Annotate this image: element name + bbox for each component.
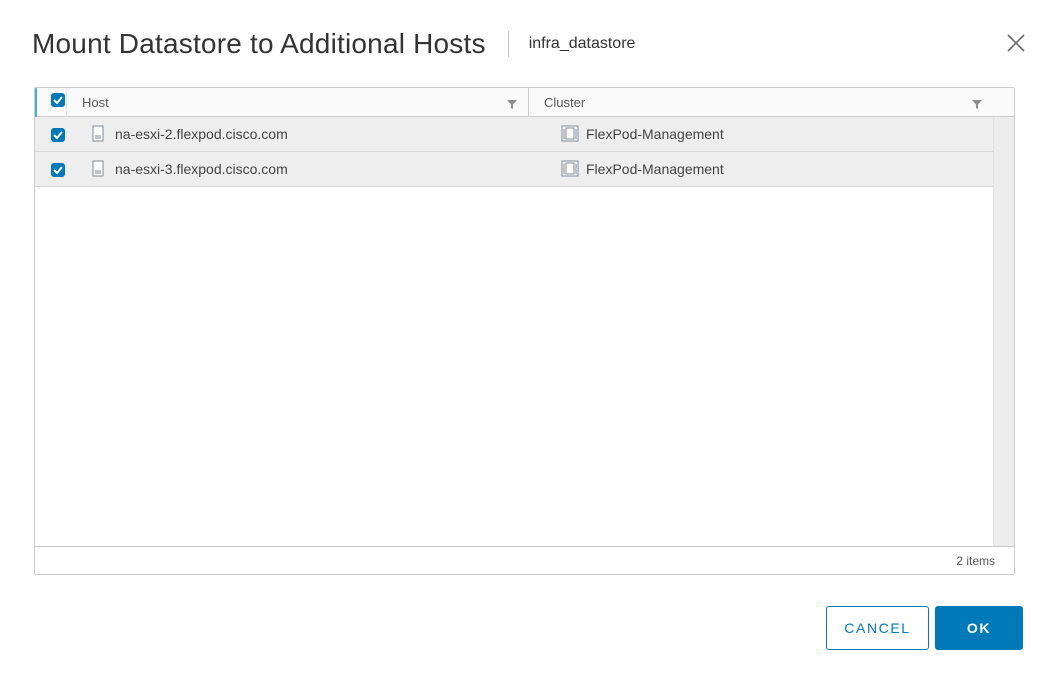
column-header-host[interactable]: Host (67, 88, 529, 116)
host-server-icon (90, 160, 106, 178)
cluster-icon (561, 160, 579, 178)
dialog-header: Mount Datastore to Additional Hosts infr… (32, 24, 635, 64)
cluster-name: FlexPod-Management (586, 126, 724, 142)
cluster-filter-button[interactable] (971, 97, 983, 109)
column-label-host: Host (82, 95, 109, 110)
ok-button[interactable]: OK (935, 606, 1023, 650)
hosts-datagrid: Host Cluster na-esxi-2.flexpod.cisco.com… (34, 87, 1015, 575)
select-all-cell (35, 88, 67, 117)
host-cell: na-esxi-2.flexpod.cisco.com (90, 117, 288, 151)
table-row[interactable]: na-esxi-2.flexpod.cisco.com FlexPod-Mana… (35, 117, 993, 152)
title-divider (507, 31, 509, 57)
vertical-scrollbar[interactable] (993, 117, 1014, 547)
host-filter-button[interactable] (506, 97, 518, 109)
items-count: 2 items (956, 554, 995, 568)
host-name: na-esxi-3.flexpod.cisco.com (115, 161, 288, 177)
column-header-cluster[interactable]: Cluster (529, 88, 1014, 116)
column-label-cluster: Cluster (544, 95, 586, 110)
checkmark-icon (53, 131, 63, 140)
cluster-cell: FlexPod-Management (561, 152, 724, 186)
filter-icon (507, 100, 517, 109)
host-cell: na-esxi-3.flexpod.cisco.com (90, 152, 288, 186)
cluster-icon (561, 125, 579, 143)
cancel-button[interactable]: CANCEL (826, 606, 929, 650)
host-name: na-esxi-2.flexpod.cisco.com (115, 126, 288, 142)
datagrid-header: Host Cluster (35, 88, 1014, 117)
checkmark-icon (53, 96, 63, 105)
cluster-name: FlexPod-Management (586, 161, 724, 177)
cluster-cell: FlexPod-Management (561, 117, 724, 151)
filter-icon (972, 100, 982, 109)
mount-datastore-dialog: Mount Datastore to Additional Hosts infr… (0, 0, 1051, 677)
datagrid-body: na-esxi-2.flexpod.cisco.com FlexPod-Mana… (35, 117, 1014, 547)
row-checkbox[interactable] (51, 128, 65, 142)
table-row[interactable]: na-esxi-3.flexpod.cisco.com FlexPod-Mana… (35, 152, 993, 187)
row-checkbox[interactable] (51, 163, 65, 177)
close-icon (1007, 34, 1025, 52)
close-button[interactable] (1005, 32, 1027, 54)
checkmark-icon (53, 166, 63, 175)
dialog-subtitle: infra_datastore (528, 35, 636, 52)
dialog-title: Mount Datastore to Additional Hosts (32, 28, 486, 59)
datagrid-footer: 2 items (35, 546, 1014, 574)
host-server-icon (90, 125, 106, 143)
select-all-checkbox[interactable] (51, 93, 65, 107)
